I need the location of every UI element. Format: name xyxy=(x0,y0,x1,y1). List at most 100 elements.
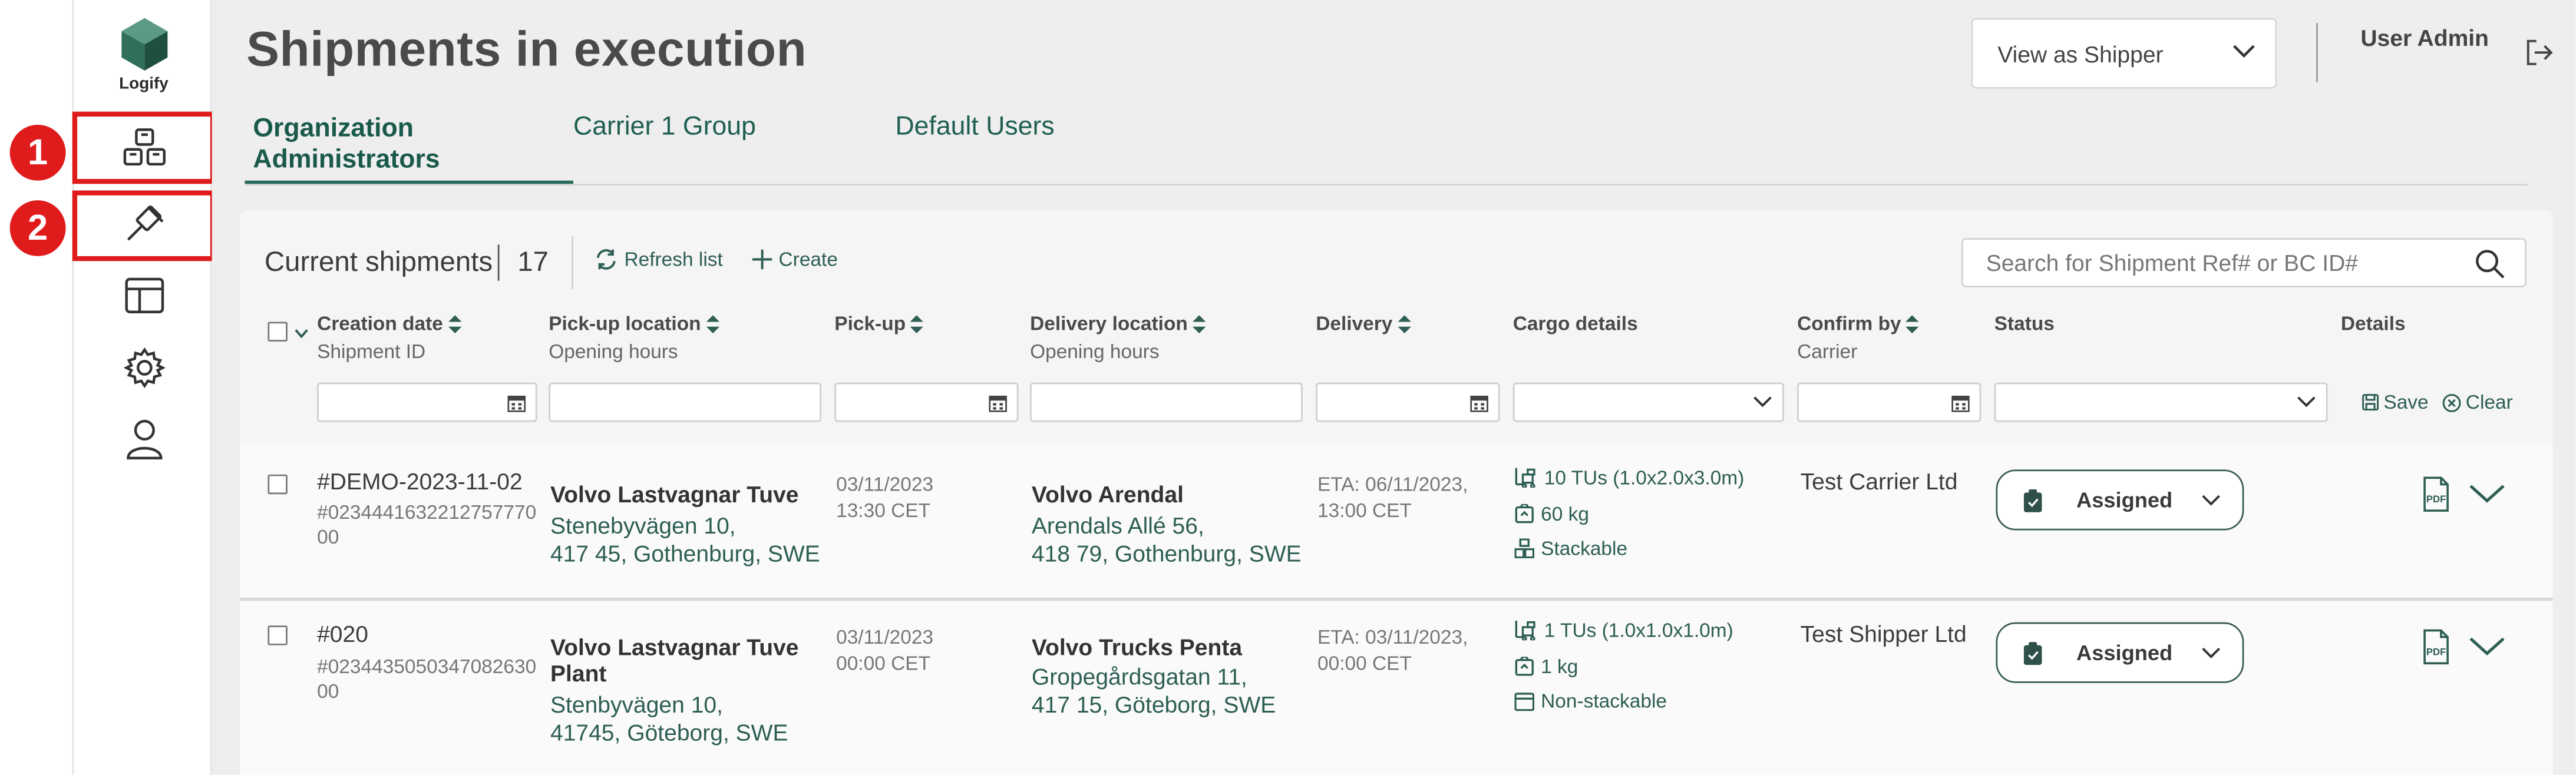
pickup-address-line1: Stenebyvägen 10, xyxy=(550,512,736,539)
row-checkbox[interactable] xyxy=(267,625,288,645)
filter-delivery-location[interactable] xyxy=(1030,382,1303,422)
delivery-eta-time: 13:00 CET xyxy=(1317,499,1412,522)
box-icon xyxy=(1514,693,1534,711)
sort-icon[interactable] xyxy=(910,316,924,334)
bc-id-line1: #0234441632212757770 xyxy=(317,501,537,524)
shipment-id[interactable]: #020 xyxy=(317,621,368,647)
status-dropdown[interactable]: Assigned xyxy=(1996,469,2244,531)
sort-icon[interactable] xyxy=(705,316,719,334)
sidebar-item-dashboard[interactable] xyxy=(74,263,213,329)
highlight-box-2 xyxy=(72,190,216,261)
filter-creation-date[interactable] xyxy=(317,382,537,422)
status-label: Assigned xyxy=(2076,640,2173,665)
status-dropdown[interactable]: Assigned xyxy=(1996,622,2244,683)
sort-icon[interactable] xyxy=(1193,316,1206,334)
cargo-stack-text: Non-stackable xyxy=(1541,689,1667,713)
pickup-location-name: Volvo Lastvagnar Tuve xyxy=(550,481,799,508)
save-icon xyxy=(2362,394,2379,410)
create-button[interactable]: Create xyxy=(752,248,838,271)
confirm-by-carrier: Test Shipper Ltd xyxy=(1800,620,1967,647)
shipments-panel: Current shipments 17 Refresh list Create… xyxy=(240,210,2553,775)
calendar-icon[interactable] xyxy=(507,394,526,412)
logo[interactable]: Logify xyxy=(74,16,213,94)
table-row[interactable]: #020 #0234435050347082630 00 Volvo Lastv… xyxy=(240,601,2553,775)
logo-cube-icon xyxy=(120,18,167,71)
column-title: Creation date xyxy=(317,312,443,335)
filter-pickup-location[interactable] xyxy=(549,382,821,422)
column-header-pickup[interactable]: Pick-up xyxy=(834,312,924,335)
pickup-location-name: Volvo Lastvagnar Tuve xyxy=(550,634,799,660)
bc-id-line2: 00 xyxy=(317,680,339,703)
sort-icon[interactable] xyxy=(1906,316,1920,334)
cargo-tus-text: 1 TUs (1.0x1.0x1.0m) xyxy=(1544,619,1733,642)
sidebar-item-settings[interactable] xyxy=(74,335,213,401)
select-all-checkbox[interactable] xyxy=(267,322,288,342)
sort-icon[interactable] xyxy=(1397,316,1411,334)
sort-icon[interactable] xyxy=(448,316,461,334)
row-checkbox[interactable] xyxy=(267,474,288,495)
search-icon[interactable] xyxy=(2474,248,2505,279)
clear-filter-button[interactable]: Clear xyxy=(2442,391,2513,414)
cargo-weight: 1 kg xyxy=(1515,655,1578,678)
create-label: Create xyxy=(778,247,838,271)
main-content: Shipments in execution View as Shipper U… xyxy=(212,0,2576,775)
view-as-select-value: View as Shipper xyxy=(1997,40,2164,67)
forklift-icon xyxy=(1515,620,1535,641)
delivery-address-line1: Gropegårdsgatan 11, xyxy=(1031,663,1247,690)
refresh-list-label: Refresh list xyxy=(624,247,723,271)
panel-title: Current shipments xyxy=(264,246,493,278)
cargo-weight-text: 60 kg xyxy=(1541,502,1589,526)
filter-status[interactable] xyxy=(1994,382,2328,422)
title-separator xyxy=(497,244,500,281)
delivery-location-name: Volvo Arendal xyxy=(1031,481,1184,508)
save-filter-button[interactable]: Save xyxy=(2362,391,2429,414)
user-name[interactable]: User Admin xyxy=(2360,25,2489,51)
column-header-delivery[interactable]: Delivery xyxy=(1316,312,1411,335)
stack-icon xyxy=(1514,538,1534,558)
refresh-list-button[interactable]: Refresh list xyxy=(595,248,723,271)
tab-bar: Organization Administrators Carrier 1 Gr… xyxy=(245,112,2528,186)
filter-confirm-by[interactable] xyxy=(1797,382,1981,422)
column-header-creation-date[interactable]: Creation date xyxy=(317,312,461,335)
cargo-stack-text: Stackable xyxy=(1541,536,1628,560)
tab-default-users[interactable]: Default Users xyxy=(895,112,1054,143)
column-header-pickup-location[interactable]: Pick-up location xyxy=(549,312,719,335)
filter-pickup[interactable] xyxy=(834,382,1019,422)
sidebar-item-profile[interactable] xyxy=(74,406,213,472)
expand-row-chevron-icon[interactable] xyxy=(2469,484,2505,504)
column-header-delivery-location[interactable]: Delivery location xyxy=(1030,312,1206,335)
pickup-address-line1: Stenbyvägen 10, xyxy=(550,691,723,718)
shipment-search-input[interactable]: Search for Shipment Ref# or BC ID# xyxy=(1961,238,2527,287)
tab-organization-administrators[interactable]: Organization Administrators xyxy=(253,113,440,175)
column-subtitle-opening-hours: Opening hours xyxy=(1030,340,1160,363)
tab-carrier-1-group[interactable]: Carrier 1 Group xyxy=(573,112,756,143)
chevron-down-icon[interactable] xyxy=(294,329,309,339)
table-row[interactable]: #DEMO-2023-11-02 #0234441632212757770 00… xyxy=(240,443,2553,598)
tab-label-line1: Organization xyxy=(253,115,414,143)
column-title: Delivery location xyxy=(1030,312,1188,335)
calendar-icon[interactable] xyxy=(1951,394,1970,412)
filter-cargo-details[interactable] xyxy=(1512,382,1784,422)
logout-icon[interactable] xyxy=(2525,39,2554,66)
plus-icon xyxy=(752,249,772,270)
pdf-icon[interactable]: PDF xyxy=(2423,629,2449,665)
view-as-select[interactable]: View as Shipper xyxy=(1971,18,2277,89)
column-title: Delivery xyxy=(1316,312,1393,335)
active-tab-indicator xyxy=(245,180,574,184)
chevron-down-icon xyxy=(2233,45,2255,58)
shipment-count: 17 xyxy=(517,246,549,278)
column-title: Pick-up xyxy=(834,312,906,335)
delivery-address-line2: 417 15, Göteborg, SWE xyxy=(1031,691,1276,718)
expand-row-chevron-icon[interactable] xyxy=(2469,637,2505,657)
calendar-icon[interactable] xyxy=(1470,394,1488,412)
shipment-id[interactable]: #DEMO-2023-11-02 xyxy=(317,468,523,495)
column-header-confirm-by[interactable]: Confirm by xyxy=(1797,312,1920,335)
calendar-icon[interactable] xyxy=(989,394,1008,412)
delivery-address-line1: Arendals Allé 56, xyxy=(1031,512,1204,539)
pickup-address-line2: 417 45, Gothenburg, SWE xyxy=(550,540,820,567)
pdf-icon[interactable]: PDF xyxy=(2423,476,2449,512)
delivery-address-line2: 418 79, Gothenburg, SWE xyxy=(1031,540,1302,567)
clipboard-icon xyxy=(2023,642,2042,665)
layout-icon xyxy=(124,277,163,313)
filter-delivery[interactable] xyxy=(1316,382,1500,422)
